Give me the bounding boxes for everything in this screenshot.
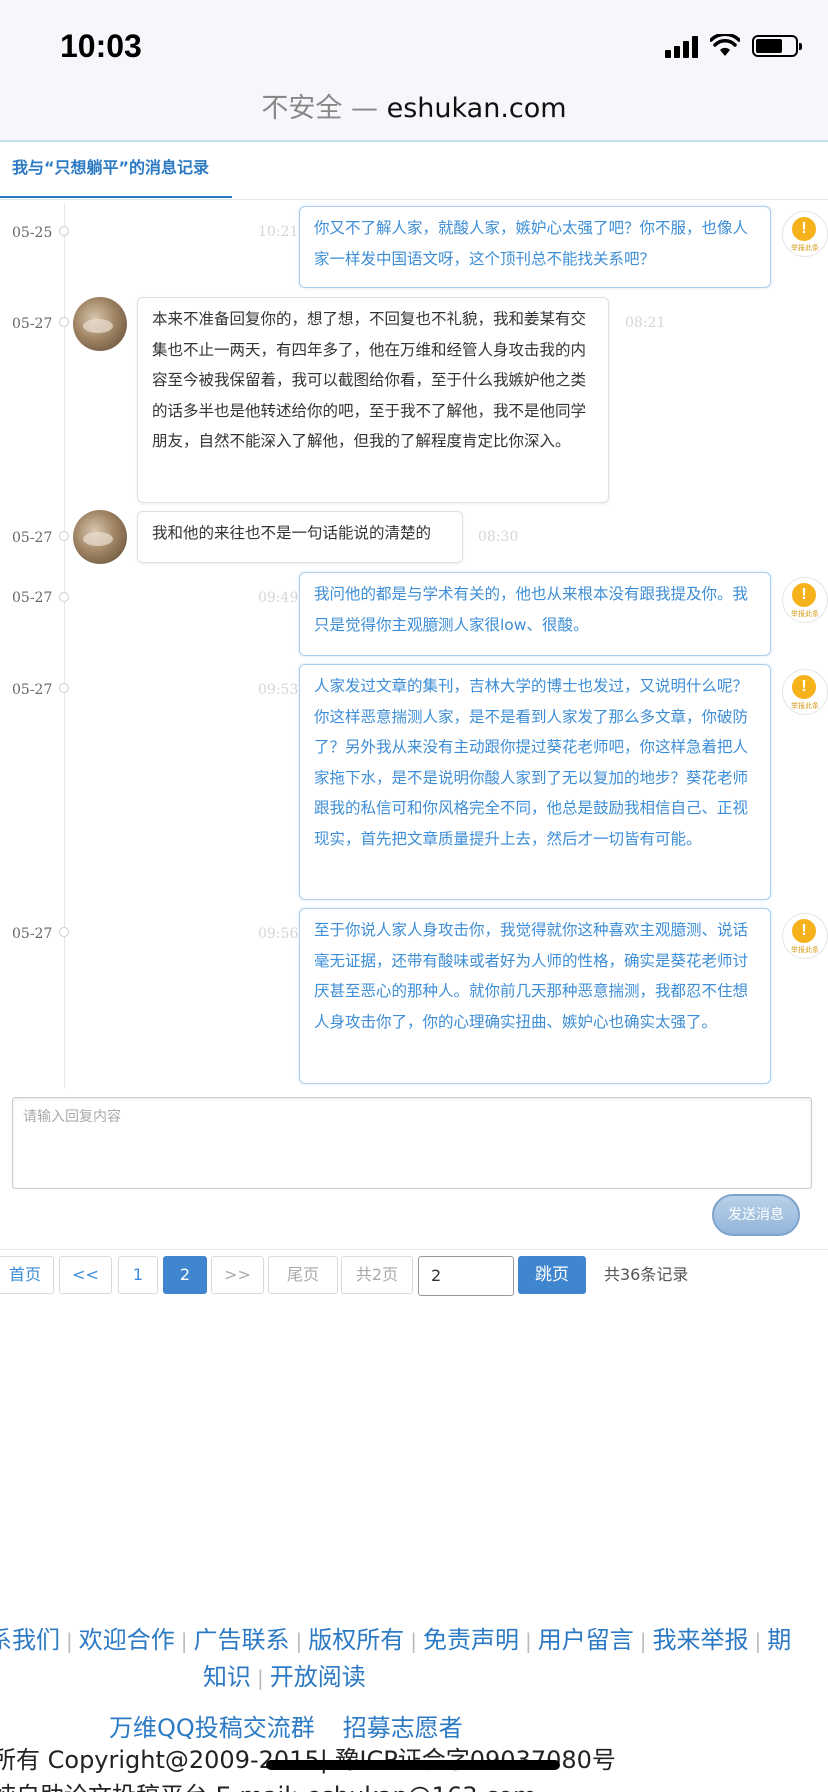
footer-contact: 纯自助论文投稿平台 E-mail: eshukan@163.com xyxy=(0,1776,536,1792)
message-time: 10:21 xyxy=(258,224,299,240)
message-time: 09:56 xyxy=(258,926,299,942)
jump-page-button[interactable]: 跳页 xyxy=(518,1256,586,1294)
message-bubble-mine: 你又不了解人家，就酸人家，嫉妒心太强了吧？你不服，也像人家一样发中国语文呀，这个… xyxy=(299,206,771,288)
total-pages-label: 共2页 xyxy=(341,1256,413,1294)
footer-link-feedback[interactable]: 用户留言 xyxy=(538,1626,634,1654)
message-bubble-mine: 至于你说人家人身攻击你，我觉得就你这种喜欢主观臆测、说话毫无证据，还带有酸味或者… xyxy=(299,908,771,1084)
footer-link-open-read[interactable]: 开放阅读 xyxy=(270,1663,366,1691)
footer-link-contact[interactable]: 系我们 xyxy=(0,1626,60,1654)
address-domain: eshukan.com xyxy=(386,93,567,124)
page-2-button[interactable]: 2 xyxy=(163,1256,207,1294)
report-caption: 举报此条 xyxy=(791,610,819,618)
message-date: 05-27 xyxy=(12,590,53,606)
send-message-button[interactable]: 发送消息 xyxy=(712,1194,800,1236)
battery-icon xyxy=(752,35,802,57)
report-button[interactable]: ! 举报此条 xyxy=(782,669,828,715)
report-caption: 举报此条 xyxy=(791,946,819,954)
footer-link-knowledge[interactable]: 知识 xyxy=(203,1663,251,1691)
wifi-icon xyxy=(710,34,740,56)
message-date: 05-27 xyxy=(12,530,53,546)
report-button[interactable]: ! 举报此条 xyxy=(782,577,828,623)
timeline-dot xyxy=(59,683,69,693)
footer-links-row1: 系我们|欢迎合作|广告联系|版权所有|免责声明|用户留言|我来举报|期 xyxy=(0,1620,816,1655)
timeline-dot xyxy=(59,592,69,602)
timeline-dot xyxy=(59,317,69,327)
warning-icon: ! xyxy=(792,583,816,607)
footer-link-report[interactable]: 我来举报 xyxy=(653,1626,749,1654)
message-time: 09:49 xyxy=(258,590,299,606)
message-bubble-mine: 我问他的都是与学术有关的，他也从来根本没有跟我提及你。我只是觉得你主观臆测人家很… xyxy=(299,572,771,656)
message-date: 05-27 xyxy=(12,926,53,942)
timeline-line xyxy=(64,204,65,1089)
home-indicator[interactable] xyxy=(266,1760,560,1770)
total-records-label: 共36条记录 xyxy=(604,1265,689,1284)
prev-page-button[interactable]: << xyxy=(59,1256,112,1294)
footer-links-row2: 知识 | 开放阅读 xyxy=(203,1663,366,1691)
message-tabbar: 我与“只想躺平”的消息记录 xyxy=(0,142,828,200)
status-time: 10:03 xyxy=(60,28,142,64)
footer-link-ads[interactable]: 广告联系 xyxy=(194,1626,290,1654)
security-label: 不安全 xyxy=(261,93,343,124)
footer-link-disclaimer[interactable]: 免责声明 xyxy=(423,1626,519,1654)
timeline-dot xyxy=(59,531,69,541)
message-time: 08:30 xyxy=(478,529,519,545)
message-bubble-theirs: 我和他的来往也不是一句话能说的清楚的 xyxy=(137,511,463,563)
next-page-button[interactable]: >> xyxy=(211,1256,264,1294)
address-separator: — xyxy=(342,93,387,124)
report-caption: 举报此条 xyxy=(791,702,819,710)
message-bubble-theirs: 本来不准备回复你的，想了想，不回复也不礼貌，我和姜某有交集也不止一两天，有四年多… xyxy=(137,297,609,503)
timeline-dot xyxy=(59,927,69,937)
footer-link-journal[interactable]: 期 xyxy=(767,1626,791,1654)
message-time: 09:53 xyxy=(258,682,299,698)
footer-link-copyright[interactable]: 版权所有 xyxy=(308,1626,404,1654)
report-button[interactable]: ! 举报此条 xyxy=(782,913,828,959)
footer-links-row3: 万维QQ投稿交流群 招募志愿者 xyxy=(109,1708,828,1743)
warning-icon: ! xyxy=(792,675,816,699)
message-date: 05-25 xyxy=(12,225,53,241)
jump-page-input[interactable]: 2 xyxy=(418,1256,514,1296)
avatar[interactable] xyxy=(73,510,127,564)
report-caption: 举报此条 xyxy=(791,244,819,252)
address-bar[interactable]: 不安全 — eshukan.com xyxy=(0,86,828,125)
footer-link-qq-group[interactable]: 万维QQ投稿交流群 xyxy=(109,1714,315,1742)
signal-icon xyxy=(665,34,698,58)
footer-link-volunteer[interactable]: 招募志愿者 xyxy=(343,1714,463,1742)
browser-chrome: 10:03 不安全 — eshukan.com xyxy=(0,0,828,142)
status-icons xyxy=(665,34,802,58)
message-bubble-mine: 人家发过文章的集刊，吉林大学的博士也发过，又说明什么呢？你这样恶意揣测人家，是不… xyxy=(299,664,771,900)
message-time: 08:21 xyxy=(625,315,666,331)
warning-icon: ! xyxy=(792,217,816,241)
message-date: 05-27 xyxy=(12,316,53,332)
message-date: 05-27 xyxy=(12,682,53,698)
avatar[interactable] xyxy=(73,297,127,351)
report-button[interactable]: ! 举报此条 xyxy=(782,211,828,257)
pagination-divider xyxy=(0,1249,828,1250)
last-page-button[interactable]: 尾页 xyxy=(268,1256,338,1294)
page-1-button[interactable]: 1 xyxy=(118,1256,158,1294)
timeline-dot xyxy=(59,226,69,236)
reply-textarea[interactable]: 请输入回复内容 xyxy=(12,1097,812,1189)
tab-message-record[interactable]: 我与“只想躺平”的消息记录 xyxy=(0,142,232,198)
first-page-button[interactable]: 首页 xyxy=(0,1256,54,1294)
warning-icon: ! xyxy=(792,919,816,943)
footer-link-cooperation[interactable]: 欢迎合作 xyxy=(79,1626,175,1654)
